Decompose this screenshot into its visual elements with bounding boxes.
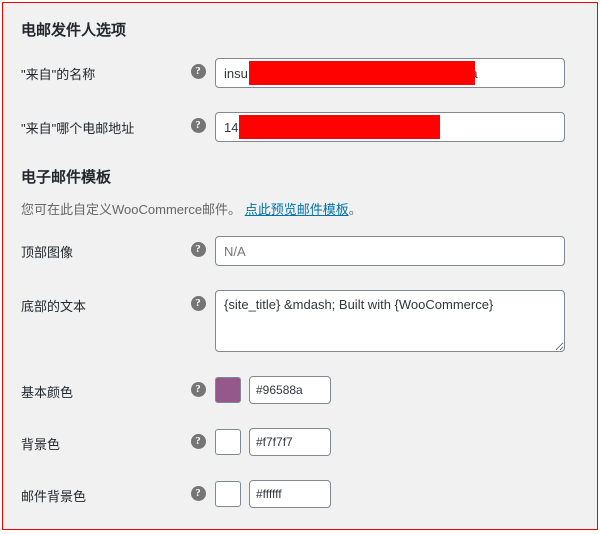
bg-color-label: 背景色 xyxy=(21,428,189,453)
help-icon[interactable]: ? xyxy=(189,242,207,257)
header-image-row: 顶部图像 ? xyxy=(21,236,579,266)
help-icon[interactable]: ? xyxy=(189,64,207,79)
settings-panel: 电邮发件人选项 "来自"的名称 ? "来自"哪个电邮地址 ? 电子邮件模板 您可… xyxy=(2,2,598,530)
base-color-label: 基本颜色 xyxy=(21,376,189,401)
from-address-row: "来自"哪个电邮地址 ? xyxy=(21,112,579,142)
footer-text-label: 底部的文本 xyxy=(21,290,189,315)
from-address-label: "来自"哪个电邮地址 xyxy=(21,112,189,137)
footer-text-input[interactable] xyxy=(215,290,565,352)
body-bg-color-input[interactable] xyxy=(249,480,331,508)
base-color-row: 基本颜色 ? xyxy=(21,376,579,404)
header-image-input[interactable] xyxy=(215,236,565,266)
footer-text-row: 底部的文本 ? xyxy=(21,290,579,352)
redaction xyxy=(239,115,440,139)
base-color-swatch[interactable] xyxy=(215,377,241,403)
sender-heading: 电邮发件人选项 xyxy=(21,19,579,40)
help-icon[interactable]: ? xyxy=(189,118,207,133)
base-color-input[interactable] xyxy=(249,376,331,404)
from-name-row: "来自"的名称 ? xyxy=(21,58,579,88)
body-bg-color-row: 邮件背景色 ? xyxy=(21,480,579,508)
redaction xyxy=(249,61,475,85)
preview-template-link[interactable]: 点此预览邮件模板 xyxy=(245,202,349,217)
bg-color-row: 背景色 ? xyxy=(21,428,579,456)
header-image-label: 顶部图像 xyxy=(21,236,189,261)
body-bg-color-label: 邮件背景色 xyxy=(21,480,189,505)
from-name-label: "来自"的名称 xyxy=(21,58,189,83)
help-icon[interactable]: ? xyxy=(189,434,207,449)
help-icon[interactable]: ? xyxy=(189,296,207,311)
help-icon[interactable]: ? xyxy=(189,486,207,501)
help-icon[interactable]: ? xyxy=(189,382,207,397)
bg-color-swatch[interactable] xyxy=(215,429,241,455)
template-heading: 电子邮件模板 xyxy=(21,166,579,187)
body-bg-color-swatch[interactable] xyxy=(215,481,241,507)
template-description: 您可在此自定义WooCommerce邮件。 点此预览邮件模板。 xyxy=(21,199,579,218)
bg-color-input[interactable] xyxy=(249,428,331,456)
